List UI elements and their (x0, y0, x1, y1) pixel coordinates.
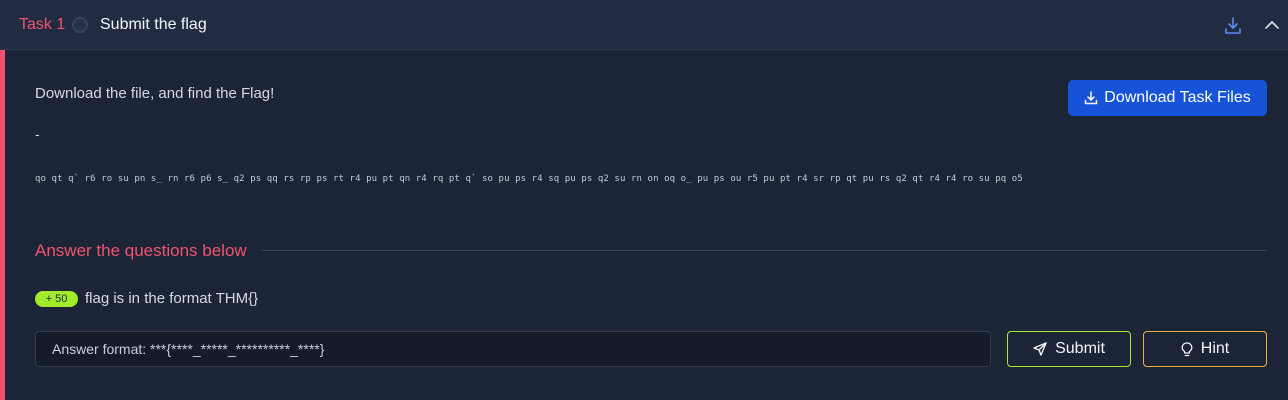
task-content: Download the file, and find the Flag! - … (0, 50, 1288, 400)
send-icon (1033, 342, 1047, 356)
answer-section-heading: Answer the questions below (35, 241, 247, 260)
points-badge: + 50 (35, 291, 78, 307)
download-task-files-button[interactable]: Download Task Files (1068, 80, 1267, 116)
task-accent-bar (0, 50, 5, 400)
hint-button[interactable]: Hint (1143, 331, 1267, 367)
heading-divider (262, 250, 1267, 251)
download-icon[interactable] (1223, 16, 1243, 36)
download-icon (1084, 91, 1098, 105)
separator-dash: - (35, 126, 40, 142)
lightbulb-icon (1181, 341, 1193, 357)
task-status-circle (72, 17, 88, 33)
task-header[interactable]: Task 1 Submit the flag (0, 0, 1288, 50)
hint-label: Hint (1200, 340, 1230, 357)
chevron-up-icon[interactable] (1263, 17, 1281, 33)
task-description: Download the file, and find the Flag! (35, 85, 275, 102)
cipher-text: qo qt q` r6 ro su pn s_ rn r6 p6 s_ q2 p… (35, 174, 1023, 184)
task-number: Task 1 (19, 16, 66, 33)
task-title: Submit the flag (100, 16, 207, 33)
question-text: flag is in the format THM{} (85, 290, 259, 307)
answer-input[interactable] (35, 331, 991, 367)
download-button-label: Download Task Files (1104, 89, 1251, 106)
submit-button[interactable]: Submit (1007, 331, 1131, 367)
submit-label: Submit (1055, 340, 1105, 357)
